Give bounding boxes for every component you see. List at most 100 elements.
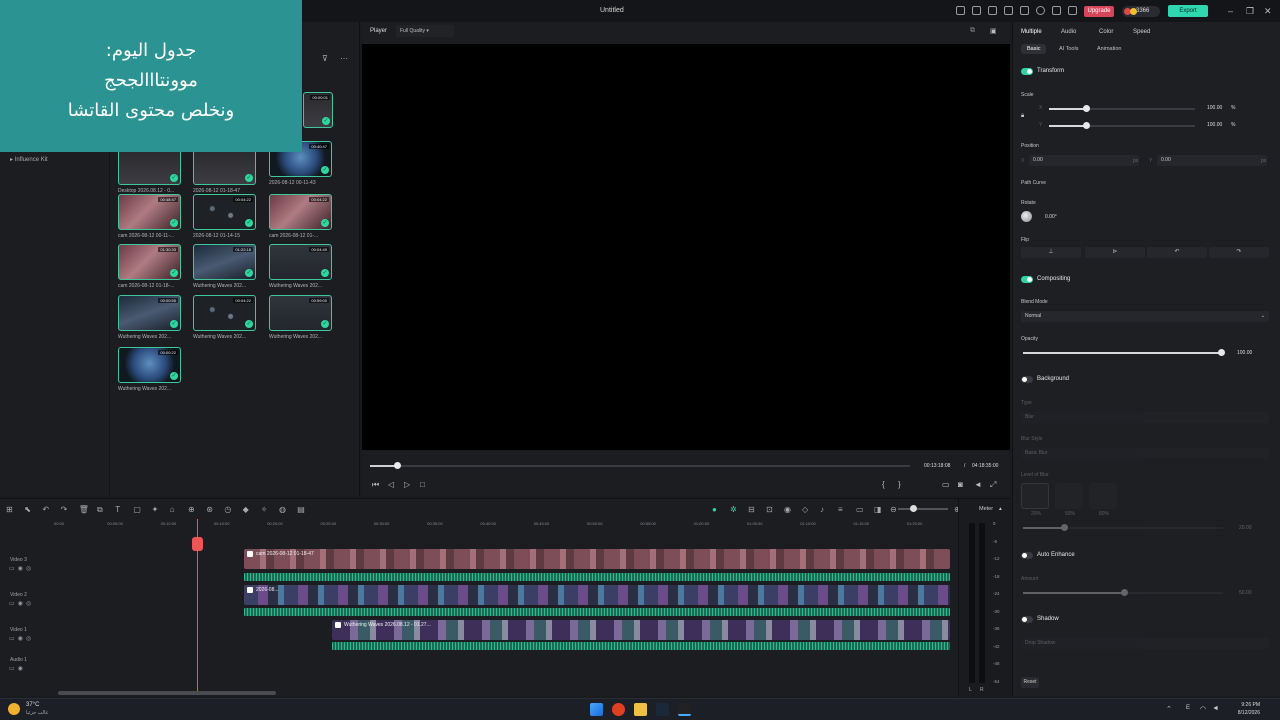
clip-wuthering-waves[interactable]: Wuthering Waves 2026.08.12 - 01.27... <box>332 620 950 640</box>
meter-chevron-icon[interactable]: ▴ <box>999 506 1002 512</box>
playhead-handle[interactable] <box>192 537 203 551</box>
tab-audio[interactable]: Audio <box>1061 29 1076 35</box>
compositing-toggle[interactable] <box>1021 276 1033 283</box>
subtab-ai-tools[interactable]: AI Tools <box>1059 46 1078 52</box>
scale-y-value[interactable]: 100.00 <box>1207 122 1222 128</box>
audio-stretch-icon[interactable]: ◨ <box>874 505 882 514</box>
effects-icon[interactable]: ⊛ <box>206 505 213 514</box>
sidebar-item-influence-kit[interactable]: ▸ Influence Kit <box>10 156 48 163</box>
cart-icon[interactable] <box>972 6 981 15</box>
rotate-left-button[interactable]: ↶ <box>1147 247 1207 258</box>
paint-icon[interactable]: ⌂ <box>170 505 175 514</box>
display-icon[interactable]: ▭ <box>942 480 950 489</box>
steam-icon[interactable] <box>656 703 669 716</box>
clip-screen[interactable]: 2026-08... <box>244 585 950 605</box>
camera-icon[interactable]: ◙ <box>958 480 963 489</box>
media-thumbnail[interactable]: 00:00:01 ✓ <box>303 92 333 128</box>
marker-icon[interactable]: ⊟ <box>748 505 755 514</box>
split-icon[interactable]: ⊡ <box>766 505 773 514</box>
mask-icon[interactable]: ◍ <box>279 505 286 514</box>
track-controls-video-1[interactable]: ▭◉◎ <box>9 635 34 642</box>
zoom-out-icon[interactable]: ⊖ <box>890 505 897 514</box>
reset-button[interactable]: Reset <box>1021 677 1039 688</box>
volume-icon[interactable]: ◄ <box>974 480 982 489</box>
subtab-basic[interactable]: Basic <box>1021 44 1047 54</box>
clock-date[interactable]: 8/12/2026 <box>1226 710 1260 716</box>
scale-x-value[interactable]: 100.00 <box>1207 105 1222 111</box>
track-controls-video-2[interactable]: ▭◉◎ <box>9 600 34 607</box>
filmora-icon[interactable] <box>678 703 691 716</box>
subtab-animation[interactable]: Animation <box>1097 46 1121 52</box>
text-icon[interactable]: T <box>115 505 120 514</box>
timeline-ruler[interactable]: 00:00 00:05:00 00:10:00 00:15:00 00:20:00 00:… <box>54 521 954 531</box>
auto-enhance-toggle[interactable] <box>1021 552 1033 559</box>
start-icon[interactable] <box>590 703 603 716</box>
coins-badge[interactable]: 3366 <box>1122 6 1160 17</box>
record-icon[interactable]: ◉ <box>784 505 791 514</box>
opacity-slider[interactable] <box>1023 349 1225 356</box>
media-thumbnail[interactable]: 00:00:22 ✓ <box>118 347 181 383</box>
layers-icon[interactable]: ▤ <box>297 505 305 514</box>
redo-icon[interactable]: ↷ <box>61 505 68 514</box>
bg-style-select[interactable]: Basic Blur <box>1021 448 1269 459</box>
media-thumbnail[interactable]: 00:04:22 ✓ <box>193 295 256 331</box>
crop-icon[interactable]: ⧉ <box>97 505 103 515</box>
bg-type-select[interactable]: Blur <box>1021 412 1269 423</box>
notification-icon[interactable] <box>1004 6 1013 15</box>
zoom-slider[interactable] <box>898 505 948 512</box>
export-button[interactable]: Export <box>1168 5 1208 17</box>
weather-temp[interactable]: 37°C <box>26 702 39 708</box>
blur-preset-80[interactable] <box>1089 483 1117 509</box>
split-view-icon[interactable]: ⧉ <box>970 27 975 35</box>
language-indicator[interactable]: E <box>1186 705 1190 711</box>
stop-icon[interactable]: □ <box>420 480 425 489</box>
undo-icon[interactable]: ↶ <box>42 505 49 514</box>
amount-value[interactable]: 50.00 <box>1239 590 1252 596</box>
blur-slider[interactable] <box>1023 524 1223 531</box>
timer-icon[interactable]: ◷ <box>224 505 231 514</box>
mark-out-icon[interactable]: } <box>898 480 901 489</box>
tab-color[interactable]: Color <box>1099 29 1113 35</box>
select-icon[interactable]: ⬉ <box>24 505 31 514</box>
minimize-icon[interactable]: – <box>1228 6 1233 16</box>
more-icon[interactable]: ⋯ <box>340 54 348 63</box>
scale-x-slider[interactable] <box>1049 105 1195 112</box>
media-thumbnail[interactable]: 00:04:49 ✓ <box>269 244 332 280</box>
subtitle-icon[interactable]: ▭ <box>856 505 864 514</box>
clock-time[interactable]: 9:26 PM <box>1232 702 1260 708</box>
rotate-dial[interactable] <box>1021 211 1032 222</box>
amount-slider[interactable] <box>1023 589 1223 596</box>
play-icon[interactable]: ▷ <box>404 480 410 489</box>
wifi-icon[interactable]: ◠ <box>1200 705 1206 713</box>
scale-y-slider[interactable] <box>1049 122 1195 129</box>
media-thumbnail[interactable]: 01:22:18 ✓ <box>193 244 256 280</box>
flip-vertical-button[interactable]: ⊥ <box>1021 247 1081 258</box>
speaker-icon[interactable]: ◄ <box>1212 705 1219 712</box>
flip-horizontal-button[interactable]: ⊳ <box>1085 247 1145 258</box>
playback-progress[interactable] <box>370 462 910 469</box>
media-thumbnail[interactable]: ✓ <box>193 149 256 185</box>
shield-icon[interactable]: ◇ <box>802 505 808 514</box>
rotate-value[interactable]: 0.00° <box>1045 214 1057 220</box>
mail-icon[interactable] <box>988 6 997 15</box>
blur-preset-20[interactable] <box>1021 483 1049 509</box>
media-thumbnail[interactable]: 00:00:55 ✓ <box>118 295 181 331</box>
upgrade-button[interactable]: Upgrade <box>1084 6 1114 17</box>
filter-icon[interactable]: ⊽ <box>322 54 328 63</box>
background-toggle[interactable] <box>1021 376 1033 383</box>
media-thumbnail[interactable]: 00:48:47 ✓ <box>118 194 181 230</box>
snap-icon[interactable]: ✲ <box>730 505 737 514</box>
clip-cam[interactable]: cam 2026-08-12 01-18-47 <box>244 549 950 569</box>
file-explorer-icon[interactable] <box>634 703 647 716</box>
opacity-value[interactable]: 100.00 <box>1237 350 1252 356</box>
ai-icon[interactable]: ✧ <box>261 505 268 514</box>
media-thumbnail[interactable]: ✓ <box>118 149 181 185</box>
media-thumbnail[interactable]: 00:04:22 ✓ <box>193 194 256 230</box>
tab-speed[interactable]: Speed <box>1133 29 1150 35</box>
pos-x-field[interactable]: 0.00 <box>1029 155 1139 166</box>
settings-icon[interactable] <box>1036 6 1045 15</box>
audio-waveform-cam[interactable] <box>244 573 950 581</box>
blur-preset-50[interactable] <box>1055 483 1083 509</box>
playhead[interactable] <box>192 519 203 691</box>
maximize-icon[interactable]: ❐ <box>1246 6 1254 17</box>
